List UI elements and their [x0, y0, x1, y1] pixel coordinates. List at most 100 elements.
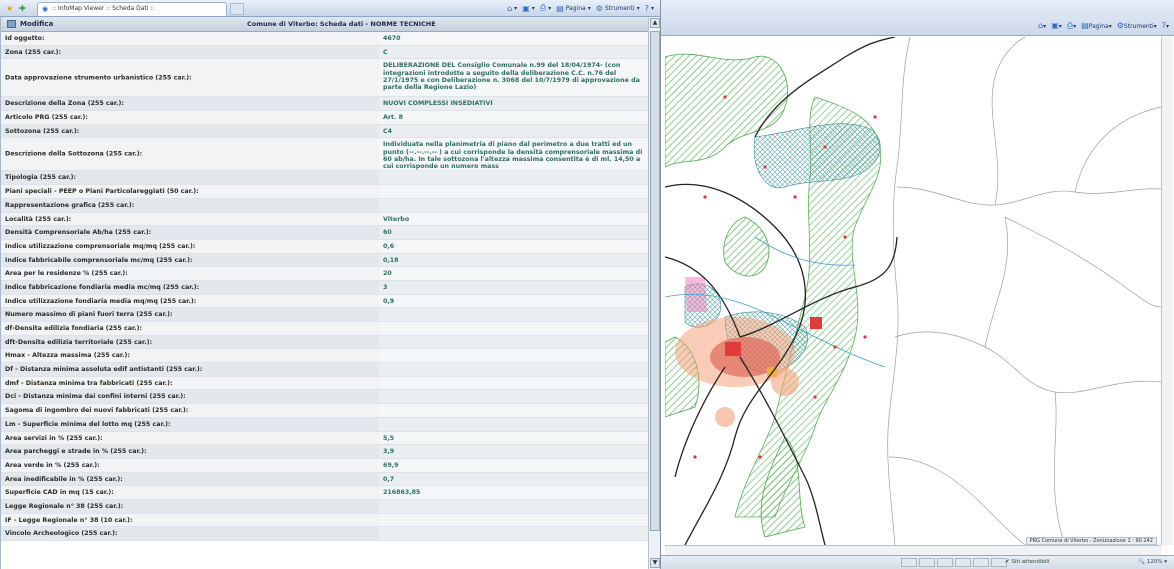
field-value: 5,5 — [383, 434, 395, 442]
field-value: Individuata nella planimetria di piano d… — [383, 141, 643, 171]
field-label: Zona (255 car.): — [5, 48, 62, 56]
field-label: Descrizione della Sottozona (255 car.): — [5, 150, 143, 158]
page-menu[interactable]: ▤ Pagina ▾ — [556, 4, 591, 13]
page-icon: ◉ — [42, 5, 49, 13]
field-label: df-Densita edilizia fondiaria (255 car.)… — [5, 325, 142, 332]
value-cell — [379, 363, 649, 376]
field-label: Legge Regionale n° 38 (255 car.): — [5, 502, 124, 510]
security-zone[interactable]: ✔ Siti attendibili — [1005, 559, 1049, 565]
field-value: NUOVI COMPLESSI INSEDIATIVI — [383, 100, 493, 108]
scroll-thumb[interactable] — [650, 31, 660, 531]
field-label: Id oggetto: — [5, 35, 45, 42]
zoom-level[interactable]: 🔍 120% ▾ — [1138, 559, 1167, 565]
home-icon: ⌂ — [1038, 21, 1044, 30]
edit-link[interactable]: Modifica — [20, 20, 53, 28]
table-row: Area inedificabile in % (255 car.): 0,7 — [1, 472, 649, 487]
field-label: IF - Legge Regionale n° 38 (10 car.): — [5, 516, 133, 524]
help-icon: ? — [644, 3, 649, 13]
table-row: Superficie CAD in mq (15 car.): 216863,85 — [1, 486, 649, 500]
map-tools-menu[interactable]: ⚙Strumenti▾ — [1117, 21, 1157, 31]
field-label: Area parcheggi e strade in % (255 car.): — [5, 448, 147, 456]
value-cell — [379, 417, 649, 431]
map-feeds-button[interactable]: ▣▾ — [1051, 21, 1062, 31]
field-label: Densità Comprensoriale Ab/ha (255 car.): — [5, 229, 152, 237]
map-vertical-scrollbar[interactable] — [1161, 37, 1173, 545]
scroll-up-button[interactable]: ▲ — [650, 18, 660, 28]
feeds-button[interactable]: ▣ ▾ — [522, 4, 535, 13]
field-label: dmf - Distanza minima tra fabbricati (25… — [5, 379, 173, 387]
new-tab-button[interactable] — [230, 3, 244, 15]
zoning-map[interactable] — [665, 37, 1161, 545]
field-value: DELIBERAZIONE DEL Consiglio Comunale n.9… — [383, 62, 640, 91]
value-cell — [379, 322, 649, 335]
page-menu-icon: ▤ — [556, 3, 564, 13]
home-button[interactable]: ⌂ ▾ — [507, 4, 517, 13]
browser-tab[interactable]: ◉ :: InfoMap Viewer :: Scheda Dati :: — [37, 2, 227, 16]
favorites-star-icon[interactable]: ★ — [6, 4, 13, 13]
attribute-table: Id oggetto: 4670 Zona (255 car.): C Data app… — [1, 32, 649, 541]
field-value: 216863,85 — [383, 489, 421, 497]
map-status-bar: ✔ Siti attendibili 🔍 120% ▾ — [661, 555, 1174, 569]
table-row: Piani speciali - PEEP o Piani Particolar… — [1, 185, 649, 199]
field-label: Sottozona (255 car.): — [5, 127, 80, 135]
field-value: 3,9 — [383, 448, 395, 456]
browser-tab-bar: ★ ✚ ◉ :: InfoMap Viewer :: Scheda Dati :… — [0, 0, 660, 17]
map-horizontal-scrollbar[interactable]: PRG Comune di Viterbo - Zonizzazione 1 :… — [665, 537, 1161, 555]
table-row: Zona (255 car.): C — [1, 45, 649, 60]
value-cell — [379, 527, 649, 540]
value-cell — [379, 308, 649, 321]
table-row: Area verde in % (255 car.): 69,9 — [1, 458, 649, 473]
field-label: Tipologia (255 car.): — [5, 174, 77, 182]
add-favorite-icon[interactable]: ✚ — [19, 4, 26, 13]
map-help-button[interactable]: ?▾ — [1162, 21, 1169, 31]
value-cell — [379, 499, 649, 513]
scroll-down-button[interactable]: ▼ — [650, 558, 660, 568]
field-label: Indice utilizzazione comprensoriale mq/m… — [5, 242, 196, 250]
zoning-map-canvas[interactable] — [665, 37, 1161, 545]
field-label: Superficie CAD in mq (15 car.): — [5, 489, 114, 497]
value-cell — [379, 198, 649, 212]
field-label: dft-Densita edilizia territoriale (255 c… — [5, 338, 153, 346]
table-row: Hmax - Altezza massima (255 car.): — [1, 349, 649, 364]
gear-icon: ⚙ — [1116, 21, 1124, 30]
field-label: Hmax - Altezza massima (255 car.): — [5, 352, 130, 360]
map-browser-toolbar: ⌂▾ ▣▾ ⎙▾ ▤Pagina▾ ⚙Strumenti▾ ?▾ — [661, 0, 1174, 36]
value-cell — [379, 171, 649, 185]
field-value: 20 — [383, 270, 392, 278]
value-cell — [379, 185, 649, 198]
table-row: Data approvazione strumento urbanistico … — [1, 59, 649, 98]
field-label: Indice fabbricazione fondiaria media mc/… — [5, 283, 200, 291]
map-print-button[interactable]: ⎙▾ — [1067, 21, 1076, 31]
map-page-menu[interactable]: ▤Pagina▾ — [1081, 21, 1112, 31]
field-label: Area servizi in % (255 car.): — [5, 434, 103, 442]
field-label: Sagoma di ingombro dei nuovi fabbricati … — [5, 407, 189, 415]
table-row: Rappresentazione grafica (255 car.): — [1, 198, 649, 213]
field-label: Descrizione della Zona (255 car.): — [5, 100, 124, 108]
field-value: C4 — [383, 127, 393, 135]
tools-menu[interactable]: ⚙ Strumenti ▾ — [596, 4, 640, 13]
help-button[interactable]: ? ▾ — [645, 4, 654, 13]
table-row: Numero massimo di piani fuori terra (255… — [1, 308, 649, 322]
table-row: Indice fabbricabile comprensoriale mc/mq… — [1, 253, 649, 268]
print-button[interactable]: ⎙ ▾ — [540, 3, 551, 13]
table-row: Località (255 car.): Viterbo — [1, 212, 649, 227]
field-label: Vincolo Archeologico (255 car.): — [5, 530, 118, 538]
table-row: dmf - Distanza minima tra fabbricati (25… — [1, 376, 649, 391]
field-label: Area verde in % (255 car.): — [5, 461, 100, 469]
table-row: Densità Comprensoriale Ab/ha (255 car.):… — [1, 226, 649, 240]
data-sheet-header: Modifica Comune di Viterbo: Scheda dati … — [1, 17, 649, 32]
field-label: Rappresentazione grafica (255 car.): — [5, 201, 135, 209]
table-row: Descrizione della Zona (255 car.): NUOVI … — [1, 97, 649, 112]
edit-icon[interactable] — [7, 20, 16, 28]
map-scale-label: PRG Comune di Viterbo - Zonizzazione 1 :… — [1025, 537, 1157, 545]
table-row: Indice fabbricazione fondiaria media mc/… — [1, 280, 649, 295]
field-label: Località (255 car.): — [5, 215, 72, 223]
feed-icon: ▣ — [522, 3, 530, 13]
data-sheet-scrollbar[interactable]: ▲ ▼ — [648, 17, 660, 569]
field-label: Articolo PRG (255 car.): — [5, 114, 88, 122]
field-value: 4670 — [383, 35, 401, 42]
feed-icon: ▣ — [1051, 21, 1059, 30]
map-home-button[interactable]: ⌂▾ — [1038, 21, 1046, 31]
status-cells — [901, 558, 1007, 567]
value-cell — [379, 404, 649, 417]
